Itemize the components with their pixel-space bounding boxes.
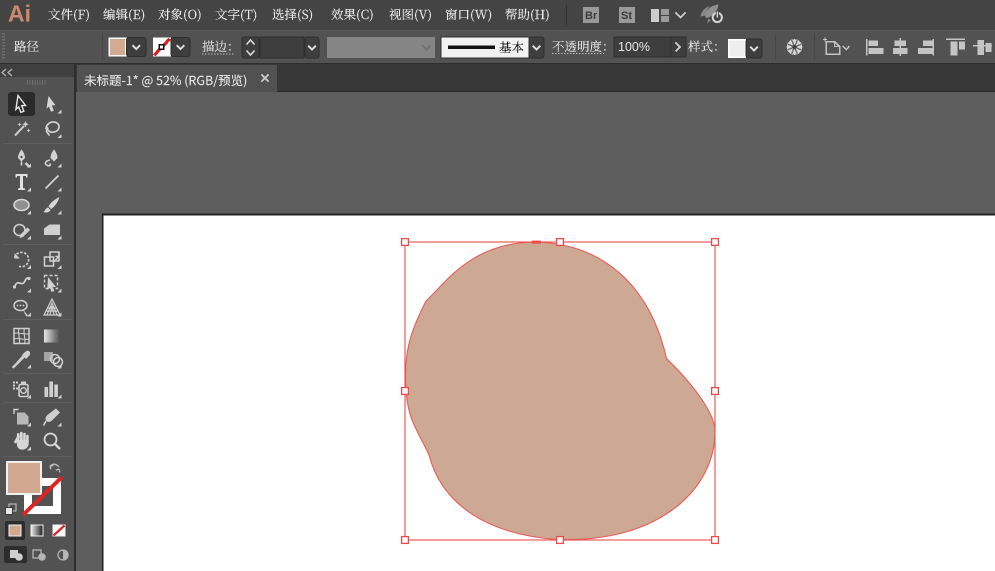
svg-text:Ai: Ai <box>8 1 31 27</box>
svg-text:Br: Br <box>585 10 598 22</box>
svg-text:St: St <box>621 10 632 22</box>
svg-text:100%: 100% <box>618 40 650 54</box>
